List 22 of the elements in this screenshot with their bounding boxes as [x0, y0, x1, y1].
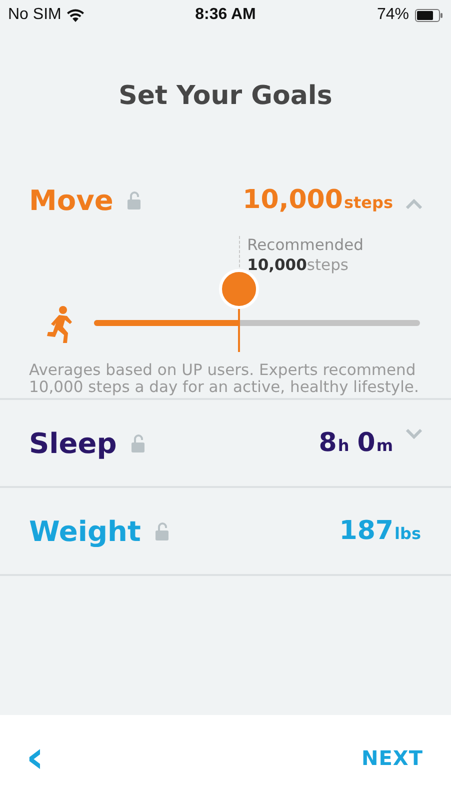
goal-value: 187 lbs	[339, 516, 421, 546]
goal-name: Sleep	[29, 426, 117, 460]
padlock-icon	[127, 190, 142, 210]
goal-value: 10,000steps	[242, 185, 393, 215]
back-button[interactable]: ‹	[20, 738, 50, 778]
recommended-value: 10,000steps	[247, 255, 350, 275]
chevron-up-icon[interactable]	[405, 199, 423, 209]
battery-percent: 74%	[376, 6, 410, 24]
padlock-icon	[154, 522, 169, 540]
clock-text: 8:36 AM	[195, 6, 256, 24]
wifi-icon	[67, 8, 84, 22]
padlock-icon	[130, 434, 145, 452]
goal-note: Averages based on UP users. Experts recommend 10,000 steps a day for an active, healthy lifestyle.	[28, 362, 420, 396]
next-button[interactable]: NEXT	[362, 746, 423, 770]
page-title: Set Your Goals	[118, 80, 334, 113]
goal-value: 8 h 0m	[318, 428, 393, 458]
recommended-label: Recommended	[247, 235, 364, 255]
chevron-down-icon[interactable]	[405, 429, 423, 439]
goal-name: Move	[29, 184, 114, 216]
goal-name: Weight	[29, 514, 141, 548]
carrier-text: No SIM	[8, 6, 62, 24]
battery-icon	[415, 8, 444, 22]
